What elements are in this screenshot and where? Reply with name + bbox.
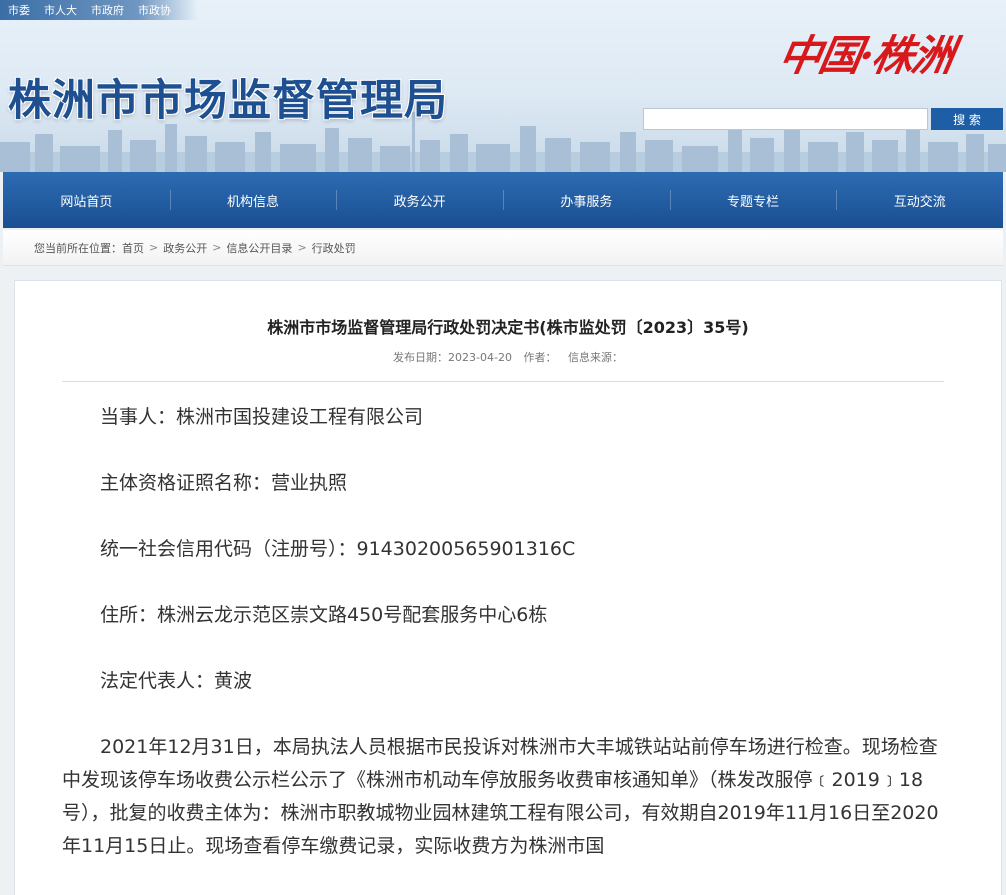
- breadcrumb-separator: >: [149, 241, 159, 254]
- article-body: 当事人：株洲市国投建设工程有限公司 主体资格证照名称：营业执照 统一社会信用代码…: [62, 401, 944, 863]
- site-title: 株洲市市场监督管理局: [8, 76, 448, 126]
- toplink-municipal-government[interactable]: 市政府: [91, 2, 124, 18]
- party-name: 当事人：株洲市国投建设工程有限公司: [100, 406, 424, 428]
- nav-services[interactable]: 办事服务: [503, 172, 670, 228]
- toplink-municipal-committee[interactable]: 市委: [8, 2, 30, 18]
- breadcrumb-separator: >: [297, 241, 307, 254]
- article-meta: 发布日期：2023-04-20 作者： 信息来源：: [15, 349, 1001, 365]
- address: 住所：株洲云龙示范区崇文路450号配套服务中心6栋: [100, 604, 548, 626]
- main-nav: 网站首页 机构信息 政务公开 办事服务 专题专栏 互动交流: [3, 172, 1003, 228]
- author-label: 作者：: [523, 351, 557, 364]
- nav-special-topics[interactable]: 专题专栏: [669, 172, 837, 228]
- article-container: 株洲市市场监督管理局行政处罚决定书(株市监处罚〔2023〕35号) 发布日期：2…: [14, 280, 1002, 895]
- credit-code: 统一社会信用代码（注册号）：91430200565901316C: [100, 538, 576, 560]
- breadcrumb-separator: >: [212, 241, 222, 254]
- breadcrumb-government-affairs[interactable]: 政务公开: [163, 240, 207, 256]
- toplink-cppcc[interactable]: 市政协: [138, 2, 171, 18]
- publish-date: 发布日期：2023-04-20: [393, 351, 512, 364]
- search-input[interactable]: [643, 108, 928, 130]
- breadcrumb-administrative-penalty[interactable]: 行政处罚: [312, 240, 356, 256]
- article-title: 株洲市市场监督管理局行政处罚决定书(株市监处罚〔2023〕35号): [267, 318, 749, 337]
- top-links-bar: 市委 市人大 市政府 市政协: [0, 0, 198, 20]
- breadcrumb-prefix: 您当前所在位置：: [34, 241, 122, 255]
- nav-home[interactable]: 网站首页: [3, 172, 170, 228]
- toplink-peoples-congress[interactable]: 市人大: [44, 2, 77, 18]
- search-button[interactable]: 搜 索: [931, 108, 1003, 130]
- legal-representative: 法定代表人：黄波: [100, 670, 253, 692]
- nav-organization-info[interactable]: 机构信息: [169, 172, 337, 228]
- breadcrumb-info-catalog[interactable]: 信息公开目录: [226, 240, 292, 256]
- license-type: 主体资格证照名称：营业执照: [100, 472, 348, 494]
- breadcrumb: 您当前所在位置： 首页 > 政务公开 > 信息公开目录 > 行政处罚: [3, 230, 1003, 266]
- nav-government-affairs[interactable]: 政务公开: [336, 172, 503, 228]
- zhuzhou-logo: 中国·株洲: [775, 31, 957, 80]
- breadcrumb-home[interactable]: 首页: [122, 240, 144, 256]
- source-label: 信息来源：: [567, 351, 623, 364]
- title-divider: [62, 381, 944, 382]
- case-facts-paragraph: 2021年12月31日，本局执法人员根据市民投诉对株洲市大丰城铁站站前停车场进行…: [62, 736, 939, 857]
- nav-interaction[interactable]: 互动交流: [836, 172, 1003, 228]
- site-header: 市委 市人大 市政府 市政协 株洲市市场监督管理局 中国·株洲 搜 索: [0, 0, 1006, 172]
